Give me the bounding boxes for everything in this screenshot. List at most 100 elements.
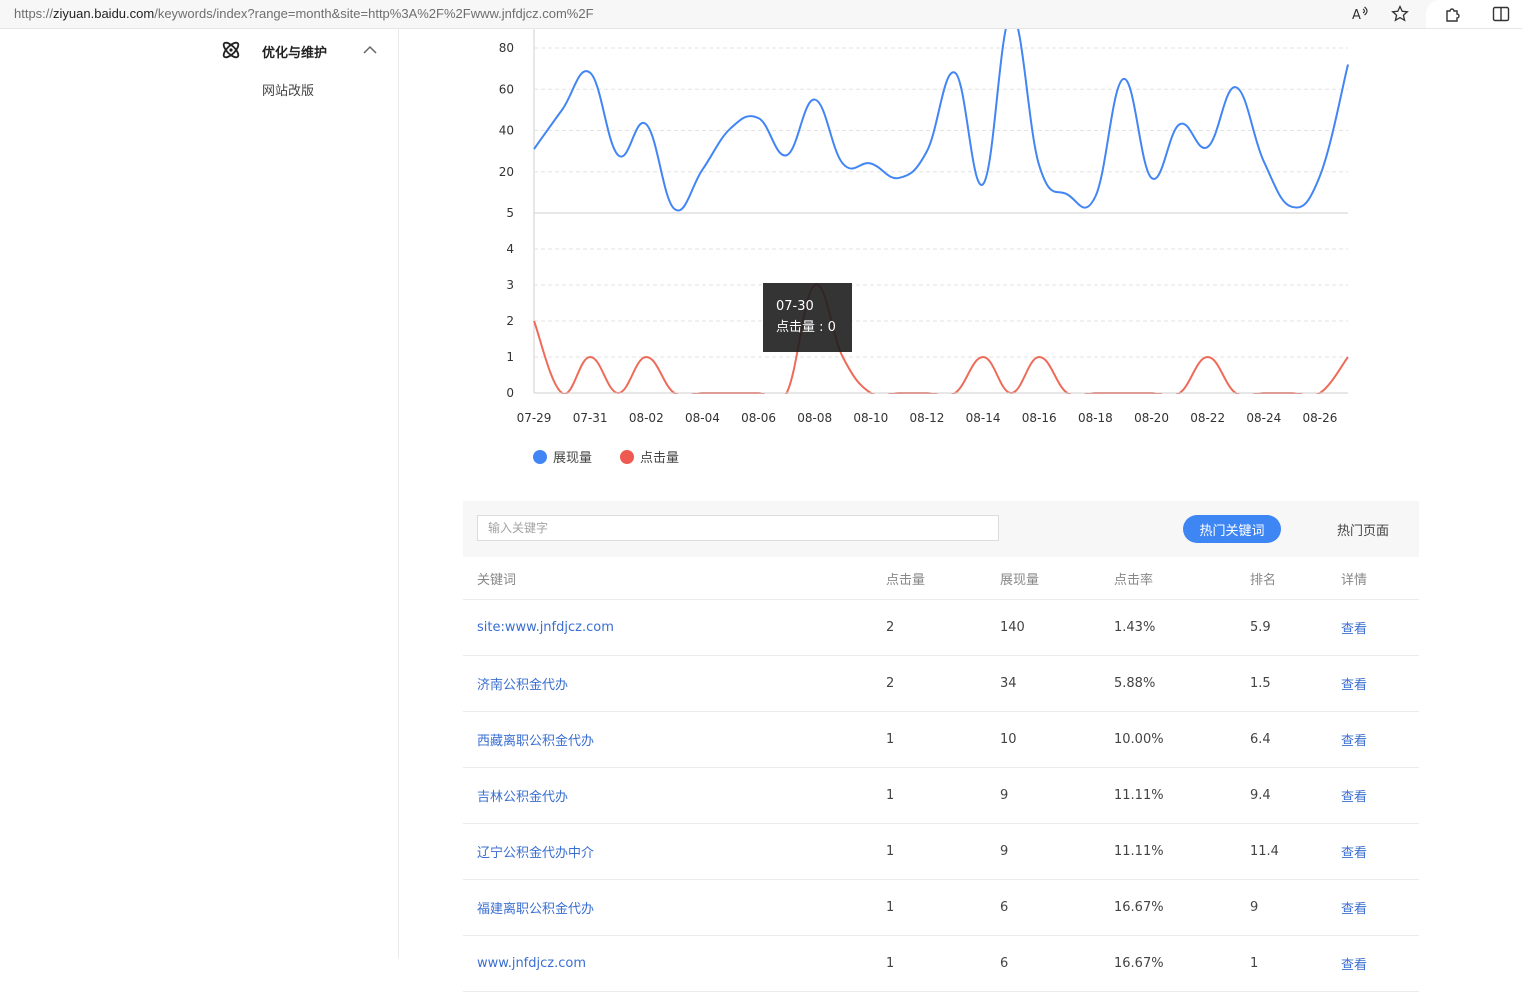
url-path: /keywords/index?range=month&site=http%3A… xyxy=(154,6,594,21)
rank-value: 9 xyxy=(1250,900,1259,915)
extensions-icon[interactable] xyxy=(1443,4,1463,24)
ctr-value: 1.43% xyxy=(1114,620,1156,635)
y-tick-label: 1 xyxy=(506,350,514,364)
tab-hot-pages[interactable]: 热门页面 xyxy=(1323,515,1403,543)
x-tick-label: 08-04 xyxy=(685,411,720,425)
keyword-link[interactable]: 西藏离职公积金代办 xyxy=(477,712,594,767)
y-tick-label: 40 xyxy=(499,124,514,138)
legend-item-clicks[interactable]: 点击量 xyxy=(620,447,679,466)
sidebar-section-label: 优化与维护 xyxy=(262,46,328,61)
header-clicks: 点击量 xyxy=(886,572,926,588)
x-tick-label: 08-22 xyxy=(1190,411,1225,425)
x-tick-label: 07-29 xyxy=(517,411,552,425)
header-keyword: 关键词 xyxy=(477,572,517,588)
legend-label-impressions: 展现量 xyxy=(553,451,593,466)
view-detail-link[interactable]: 查看 xyxy=(1341,600,1367,655)
sidebar-section-optimize[interactable]: 优化与维护 xyxy=(220,39,390,63)
chart-tooltip: 07-30 点击量 : 0 xyxy=(763,283,852,352)
y-tick-label: 20 xyxy=(499,165,514,179)
url-text[interactable]: https://ziyuan.baidu.com/keywords/index?… xyxy=(14,6,594,21)
tooltip-value: 点击量 : 0 xyxy=(776,320,836,335)
header-ctr: 点击率 xyxy=(1114,572,1154,588)
impressions-value: 34 xyxy=(1000,676,1017,691)
impressions-value: 9 xyxy=(1000,788,1009,803)
rank-value: 1 xyxy=(1250,956,1259,971)
x-tick-label: 08-20 xyxy=(1134,411,1169,425)
x-tick-label: 07-31 xyxy=(573,411,608,425)
clicks-value: 1 xyxy=(886,900,895,915)
keyword-search-input[interactable] xyxy=(477,515,999,541)
x-tick-label: 08-12 xyxy=(910,411,945,425)
tab-hot-keywords[interactable]: 热门关键词 xyxy=(1183,515,1281,543)
y-tick-label: 3 xyxy=(506,278,514,292)
address-bar[interactable]: https://ziyuan.baidu.com/keywords/index?… xyxy=(0,0,1522,29)
impressions-value: 6 xyxy=(1000,900,1009,915)
x-tick-label: 08-06 xyxy=(741,411,776,425)
y-tick-label: 60 xyxy=(499,82,514,96)
table-row: 吉林公积金代办 1 9 11.11% 9.4 查看 xyxy=(463,768,1419,824)
view-detail-link[interactable]: 查看 xyxy=(1341,656,1367,711)
table-row: 福建离职公积金代办 1 6 16.67% 9 查看 xyxy=(463,880,1419,936)
legend-label-clicks: 点击量 xyxy=(640,451,680,466)
x-tick-label: 08-08 xyxy=(797,411,832,425)
keyword-link[interactable]: 济南公积金代办 xyxy=(477,656,568,711)
clicks-value: 1 xyxy=(886,732,895,747)
ctr-value: 16.67% xyxy=(1114,900,1164,915)
ctr-value: 11.11% xyxy=(1114,844,1164,859)
sidebar: 优化与维护 网站改版 xyxy=(0,29,399,958)
impressions-value: 140 xyxy=(1000,620,1025,635)
url-scheme: https:// xyxy=(14,6,54,21)
table-row: 西藏离职公积金代办 1 10 10.00% 6.4 查看 xyxy=(463,712,1419,768)
table-row: 辽宁公积金代办中介 1 9 11.11% 11.4 查看 xyxy=(463,824,1419,880)
chevron-up-icon[interactable] xyxy=(362,43,378,57)
ctr-value: 16.67% xyxy=(1114,956,1164,971)
clicks-value: 2 xyxy=(886,676,895,691)
y-tick-label: 2 xyxy=(506,314,514,328)
keyword-link[interactable]: 辽宁公积金代办中介 xyxy=(477,824,594,879)
legend-dot-blue xyxy=(533,449,547,464)
clicks-value: 1 xyxy=(886,844,895,859)
view-detail-link[interactable]: 查看 xyxy=(1341,880,1367,935)
clicks-value: 1 xyxy=(886,956,895,971)
series-line-impressions xyxy=(533,29,1349,212)
header-impressions: 展现量 xyxy=(1000,572,1040,588)
impressions-value: 6 xyxy=(1000,956,1009,971)
y-tick-label: 4 xyxy=(506,242,514,256)
trend-chart: 20 40 60 80 0 1 2 3 4 5 07-29 07-31 08-02 08-04 08-06 0… xyxy=(499,29,1349,425)
svg-text:A: A xyxy=(1352,8,1361,22)
ctr-value: 11.11% xyxy=(1114,788,1164,803)
rank-value: 11.4 xyxy=(1250,844,1279,859)
keyword-link[interactable]: 吉林公积金代办 xyxy=(477,768,568,823)
series-line-clicks xyxy=(533,283,1349,394)
x-tick-label: 08-14 xyxy=(966,411,1001,425)
split-screen-icon[interactable] xyxy=(1491,4,1511,24)
x-tick-label: 08-16 xyxy=(1022,411,1057,425)
legend-item-impressions[interactable]: 展现量 xyxy=(533,447,592,466)
view-detail-link[interactable]: 查看 xyxy=(1341,824,1367,879)
rank-value: 5.9 xyxy=(1250,620,1271,635)
keyword-link[interactable]: 福建离职公积金代办 xyxy=(477,880,594,935)
view-detail-link[interactable]: 查看 xyxy=(1341,712,1367,767)
table-row: 济南公积金代办 2 34 5.88% 1.5 查看 xyxy=(463,656,1419,712)
tooltip-date: 07-30 xyxy=(776,299,814,314)
keyword-link[interactable]: site:www.jnfdjcz.com xyxy=(477,600,614,655)
keyword-table: 关键词 点击量 展现量 点击率 排名 详情 site:www.jnfdjcz.c… xyxy=(463,557,1419,992)
x-tick-label: 08-24 xyxy=(1246,411,1281,425)
read-aloud-icon[interactable]: A xyxy=(1350,4,1370,24)
view-detail-link[interactable]: 查看 xyxy=(1341,936,1367,991)
y-tick-label: 5 xyxy=(506,206,514,220)
legend-dot-red xyxy=(620,449,634,464)
table-header-row: 关键词 点击量 展现量 点击率 排名 详情 xyxy=(463,557,1419,600)
favorite-star-icon[interactable] xyxy=(1390,4,1410,24)
clicks-value: 1 xyxy=(886,788,895,803)
sidebar-item-site-revision[interactable]: 网站改版 xyxy=(262,80,314,99)
view-detail-link[interactable]: 查看 xyxy=(1341,768,1367,823)
table-row: site:www.jnfdjcz.com 2 140 1.43% 5.9 查看 xyxy=(463,600,1419,656)
x-tick-label: 08-02 xyxy=(629,411,664,425)
table-row: www.jnfdjcz.com 1 6 16.67% 1 查看 xyxy=(463,936,1419,992)
header-detail: 详情 xyxy=(1341,572,1368,588)
keyword-link[interactable]: www.jnfdjcz.com xyxy=(477,936,586,991)
header-rank: 排名 xyxy=(1250,572,1277,588)
atom-icon xyxy=(222,41,240,59)
url-host: ziyuan.baidu.com xyxy=(53,6,155,21)
